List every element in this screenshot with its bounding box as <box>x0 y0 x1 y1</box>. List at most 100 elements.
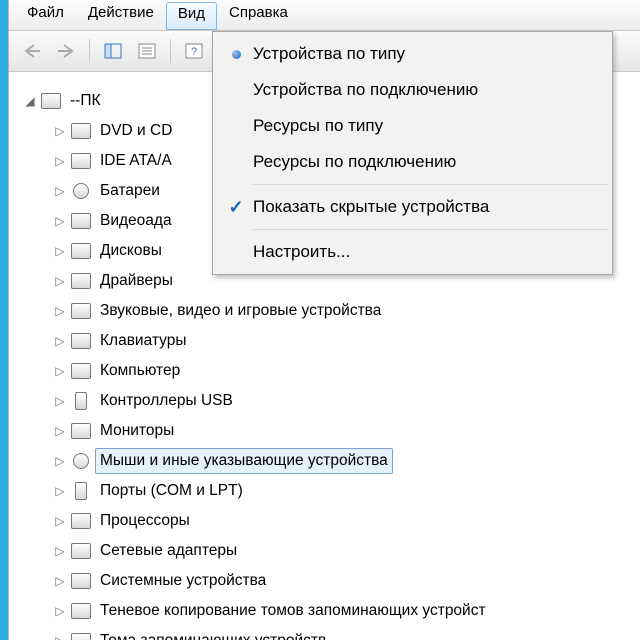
menu-item-label: Настроить... <box>253 242 350 262</box>
device-category-icon <box>71 631 91 640</box>
tree-item-label: DVD и CD <box>95 118 177 144</box>
expand-icon[interactable]: ▷ <box>53 153 67 170</box>
device-category-icon <box>71 511 91 531</box>
expand-icon[interactable]: ▷ <box>53 303 67 320</box>
expand-icon[interactable]: ▷ <box>53 333 67 350</box>
menu-resources-by-connection[interactable]: Ресурсы по подключению <box>215 144 610 180</box>
arrow-left-icon <box>22 43 42 59</box>
tree-item-label: Компьютер <box>95 358 185 384</box>
menu-resources-by-type[interactable]: Ресурсы по типу <box>215 108 610 144</box>
toolbar-separator <box>170 39 171 63</box>
device-category-icon <box>71 421 91 441</box>
show-hide-tree-button[interactable] <box>98 36 128 66</box>
device-category-icon <box>71 391 91 411</box>
menu-view[interactable]: Вид <box>166 2 217 30</box>
tree-item-label: Сетевые адаптеры <box>95 538 242 564</box>
tree-item-label: Порты (COM и LPT) <box>95 478 248 504</box>
expand-icon[interactable]: ▷ <box>53 123 67 140</box>
tree-item[interactable]: ▷ Порты (COM и LPT) <box>23 476 640 506</box>
tree-item-label: IDE ATA/A <box>95 148 177 174</box>
window: Файл Действие Вид Справка ? ◢ --ПК ▷ DVD … <box>0 0 640 640</box>
device-category-icon <box>71 271 91 291</box>
menu-item-label: Ресурсы по подключению <box>253 152 456 172</box>
tree-item[interactable]: ▷ Звуковые, видео и игровые устройства <box>23 296 640 326</box>
collapse-icon[interactable]: ◢ <box>23 93 37 110</box>
tree-item[interactable]: ▷ Тома запоминающих устройств <box>23 626 640 640</box>
svg-text:?: ? <box>191 46 197 58</box>
tree-item-label: Контроллеры USB <box>95 388 238 414</box>
menu-item-label: Устройства по типу <box>253 44 405 64</box>
device-category-icon <box>71 241 91 261</box>
tree-item[interactable]: ▷ Теневое копирование томов запоминающих … <box>23 596 640 626</box>
toolbar-separator <box>89 39 90 63</box>
tree-item[interactable]: ▷ Мыши и иные указывающие устройства <box>23 446 640 476</box>
expand-icon[interactable]: ▷ <box>53 393 67 410</box>
tree-root-label: --ПК <box>65 88 106 114</box>
tree-item[interactable]: ▷ Компьютер <box>23 356 640 386</box>
device-category-icon <box>71 481 91 501</box>
check-icon: ✓ <box>219 197 253 218</box>
menu-action[interactable]: Действие <box>76 0 166 30</box>
expand-icon[interactable]: ▷ <box>53 213 67 230</box>
tree-item[interactable]: ▷ Системные устройства <box>23 566 640 596</box>
tree-item-label: Драйверы <box>95 268 178 294</box>
tree-item-label: Клавиатуры <box>95 328 191 354</box>
expand-icon[interactable]: ▷ <box>53 273 67 290</box>
device-category-icon <box>71 361 91 381</box>
list-icon <box>138 43 156 59</box>
menu-customize[interactable]: Настроить... <box>215 234 610 270</box>
tree-item-label: Звуковые, видео и игровые устройства <box>95 298 386 324</box>
device-category-icon <box>71 601 91 621</box>
tree-item-label: Видеоада <box>95 208 177 234</box>
tree-item[interactable]: ▷ Сетевые адаптеры <box>23 536 640 566</box>
tree-item-label: Мониторы <box>95 418 179 444</box>
tree-item-label: Батареи <box>95 178 165 204</box>
expand-icon[interactable]: ▷ <box>53 633 67 640</box>
menu-devices-by-connection[interactable]: Устройства по подключению <box>215 72 610 108</box>
tree-item-label: Мыши и иные указывающие устройства <box>95 448 393 474</box>
expand-icon[interactable]: ▷ <box>53 543 67 560</box>
pane-icon <box>104 43 122 59</box>
expand-icon[interactable]: ▷ <box>53 453 67 470</box>
computer-icon <box>41 91 61 111</box>
forward-button[interactable] <box>51 36 81 66</box>
device-category-icon <box>71 211 91 231</box>
expand-icon[interactable]: ▷ <box>53 183 67 200</box>
tree-item[interactable]: ▷ Процессоры <box>23 506 640 536</box>
menu-help[interactable]: Справка <box>217 0 300 30</box>
tree-item-label: Тома запоминающих устройств <box>95 628 331 640</box>
menu-separator <box>253 184 608 185</box>
tree-item-label: Процессоры <box>95 508 195 534</box>
expand-icon[interactable]: ▷ <box>53 423 67 440</box>
arrow-right-icon <box>56 43 76 59</box>
device-category-icon <box>71 181 91 201</box>
help-icon: ? <box>185 43 203 59</box>
properties-button[interactable] <box>132 36 162 66</box>
tree-item[interactable]: ▷ Мониторы <box>23 416 640 446</box>
menu-file[interactable]: Файл <box>15 0 76 30</box>
menu-devices-by-type[interactable]: Устройства по типу <box>215 36 610 72</box>
tree-item[interactable]: ▷ Клавиатуры <box>23 326 640 356</box>
device-category-icon <box>71 451 91 471</box>
menu-item-label: Ресурсы по типу <box>253 116 383 136</box>
expand-icon[interactable]: ▷ <box>53 573 67 590</box>
expand-icon[interactable]: ▷ <box>53 483 67 500</box>
device-category-icon <box>71 331 91 351</box>
help-button[interactable]: ? <box>179 36 209 66</box>
device-category-icon <box>71 571 91 591</box>
radio-selected-icon <box>219 50 253 59</box>
tree-item[interactable]: ▷ Контроллеры USB <box>23 386 640 416</box>
device-category-icon <box>71 541 91 561</box>
expand-icon[interactable]: ▷ <box>53 513 67 530</box>
device-category-icon <box>71 121 91 141</box>
expand-icon[interactable]: ▷ <box>53 363 67 380</box>
expand-icon[interactable]: ▷ <box>53 603 67 620</box>
tree-item-label: Системные устройства <box>95 568 271 594</box>
menu-item-label: Устройства по подключению <box>253 80 478 100</box>
tree-item-label: Теневое копирование томов запоминающих у… <box>95 598 491 624</box>
menu-show-hidden[interactable]: ✓ Показать скрытые устройства <box>215 189 610 225</box>
expand-icon[interactable]: ▷ <box>53 243 67 260</box>
menu-bar: Файл Действие Вид Справка <box>9 0 640 31</box>
menu-separator <box>253 229 608 230</box>
back-button[interactable] <box>17 36 47 66</box>
